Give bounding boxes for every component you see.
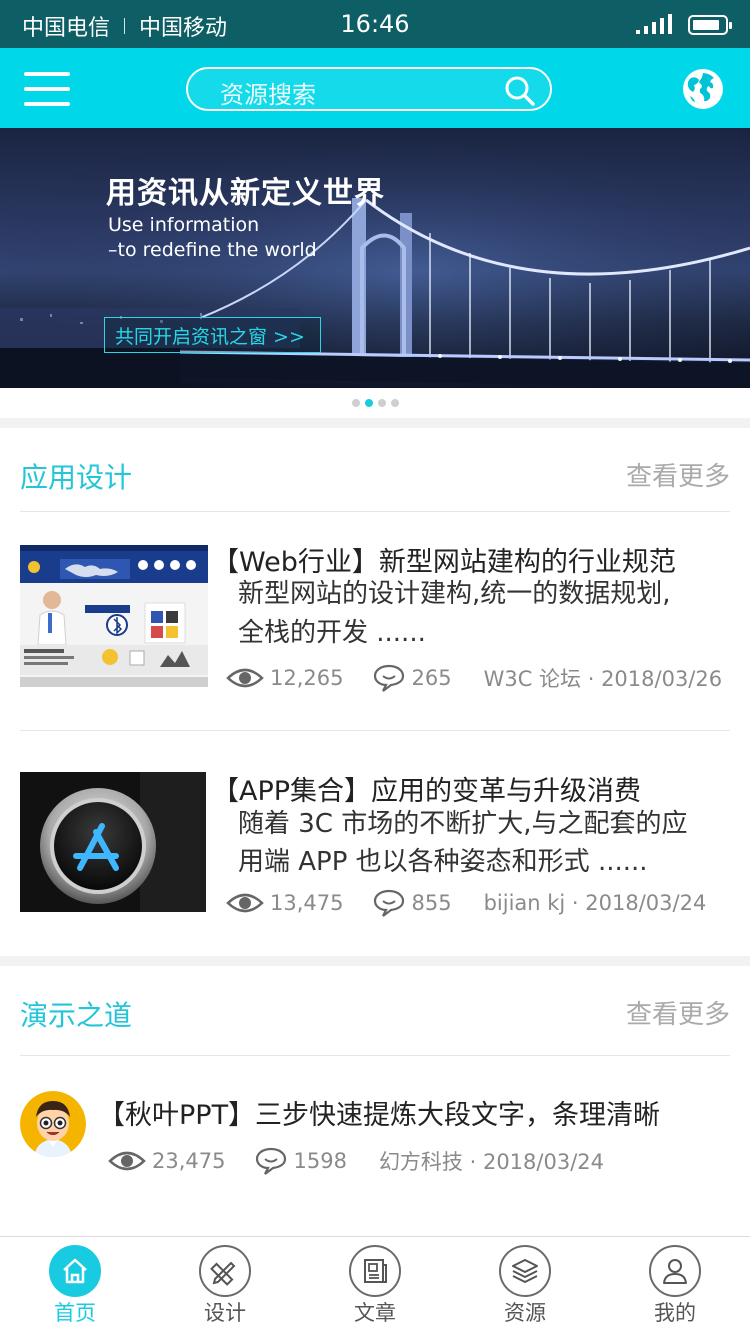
carousel-dot-active[interactable] <box>364 399 373 407</box>
status-bar: 中国电信 中国移动 16:46 <box>0 0 750 48</box>
user-icon <box>649 1245 701 1297</box>
carousel-dot[interactable] <box>377 399 386 407</box>
view-more-link[interactable]: 查看更多 <box>626 456 730 493</box>
article-desc-line1: 随着 3C 市场的不断扩大,与之配套的应 <box>238 809 688 839</box>
article-source: W3C 论坛 · 2018/03/26 <box>483 667 723 691</box>
hero-banner[interactable]: 用资讯从新定义世界 Use information –to redefine t… <box>0 128 750 388</box>
comment-icon <box>256 1147 287 1175</box>
carousel-indicator[interactable] <box>0 388 750 418</box>
section-header: 应用设计 查看更多 <box>20 428 730 512</box>
home-icon <box>49 1245 101 1297</box>
tab-label: 文章 <box>354 1301 396 1325</box>
eye-icon <box>226 668 264 688</box>
tab-label: 我的 <box>654 1301 696 1325</box>
article-item[interactable]: 【Web行业】新型网站建构的行业规范 新型网站的设计建构,统一的数据规划, 全栈… <box>20 512 730 730</box>
article-source: 幻方科技 · 2018/03/24 <box>378 1150 605 1174</box>
article-item[interactable]: 【APP集合】应用的变革与升级消费 随着 3C 市场的不断扩大,与之配套的应 用… <box>20 731 730 956</box>
banner-title: 用资讯从新定义世界 <box>106 176 385 211</box>
section-app-design: 应用设计 查看更多 【Web行业】新型网站建构的行业规范 新型网站的设计建构,统… <box>0 428 750 956</box>
section-title: 演示之道 <box>20 999 133 1032</box>
tab-home[interactable]: 首页 <box>0 1237 150 1334</box>
tab-resources[interactable]: 资源 <box>450 1237 600 1334</box>
search-icon[interactable] <box>504 75 536 107</box>
view-count: 23,475 <box>152 1149 226 1173</box>
tab-label: 首页 <box>54 1301 96 1325</box>
banner-subtitle-line1: Use information <box>108 214 260 236</box>
tab-design[interactable]: 设计 <box>150 1237 300 1334</box>
comment-count: 265 <box>411 666 452 690</box>
comment-icon <box>374 664 405 692</box>
carousel-dot[interactable] <box>351 399 360 407</box>
newspaper-icon <box>349 1245 401 1297</box>
tab-articles[interactable]: 文章 <box>300 1237 450 1334</box>
banner-cta-button[interactable]: 共同开启资讯之窗 >> <box>104 317 321 353</box>
view-count: 13,475 <box>270 891 344 915</box>
eye-icon <box>108 1151 146 1171</box>
globe-icon[interactable] <box>682 68 724 110</box>
article-title[interactable]: 【秋叶PPT】三步快速提炼大段文字，条理清晰 <box>98 1093 660 1132</box>
article-title[interactable]: 【APP集合】应用的变革与升级消费 <box>212 769 641 808</box>
search-input[interactable]: 资源搜索 <box>186 67 552 111</box>
comment-count: 855 <box>411 891 452 915</box>
signal-icon <box>636 14 672 34</box>
view-more-link[interactable]: 查看更多 <box>626 994 730 1031</box>
tab-label: 设计 <box>204 1301 246 1325</box>
tab-profile[interactable]: 我的 <box>600 1237 750 1334</box>
article-desc-line2: 用端 APP 也以各种姿态和形式 ...... <box>238 847 648 877</box>
banner-subtitle-line2: –to redefine the world <box>108 239 317 261</box>
carousel-dot[interactable] <box>390 399 399 407</box>
article-thumbnail-appstore <box>20 772 206 912</box>
view-count: 12,265 <box>270 666 344 690</box>
top-header: 资源搜索 <box>0 48 750 128</box>
section-title: 应用设计 <box>20 461 133 494</box>
comment-icon <box>374 889 405 917</box>
battery-icon <box>688 15 732 35</box>
article-meta: 12,265 265 W3C 论坛 · 2018/03/26 <box>226 662 722 694</box>
article-thumbnail-web <box>20 545 208 687</box>
pencil-ruler-icon <box>199 1245 251 1297</box>
article-desc-line1: 新型网站的设计建构,统一的数据规划, <box>238 579 671 609</box>
article-title[interactable]: 【Web行业】新型网站建构的行业规范 <box>212 540 676 579</box>
comment-count: 1598 <box>293 1149 347 1173</box>
article-source: bijian kj · 2018/03/24 <box>483 891 707 915</box>
section-presentation: 演示之道 查看更多 【秋叶PPT】三步快速提炼大段文字，条理清晰 23,475 … <box>0 966 750 1236</box>
author-avatar <box>20 1091 86 1157</box>
article-meta: 23,475 1598 幻方科技 · 2018/03/24 <box>108 1145 604 1177</box>
bottom-tab-bar: 首页 设计 文章 资源 我的 <box>0 1236 750 1334</box>
article-item[interactable]: 【秋叶PPT】三步快速提炼大段文字，条理清晰 23,475 1598 幻方科技 … <box>20 1057 730 1207</box>
section-header: 演示之道 查看更多 <box>20 966 730 1056</box>
menu-icon[interactable] <box>24 72 70 106</box>
article-desc-line2: 全栈的开发 ...... <box>238 618 426 648</box>
layers-icon <box>499 1245 551 1297</box>
search-placeholder: 资源搜索 <box>220 81 316 109</box>
tab-label: 资源 <box>504 1301 546 1325</box>
eye-icon <box>226 893 264 913</box>
article-meta: 13,475 855 bijian kj · 2018/03/24 <box>226 887 706 919</box>
